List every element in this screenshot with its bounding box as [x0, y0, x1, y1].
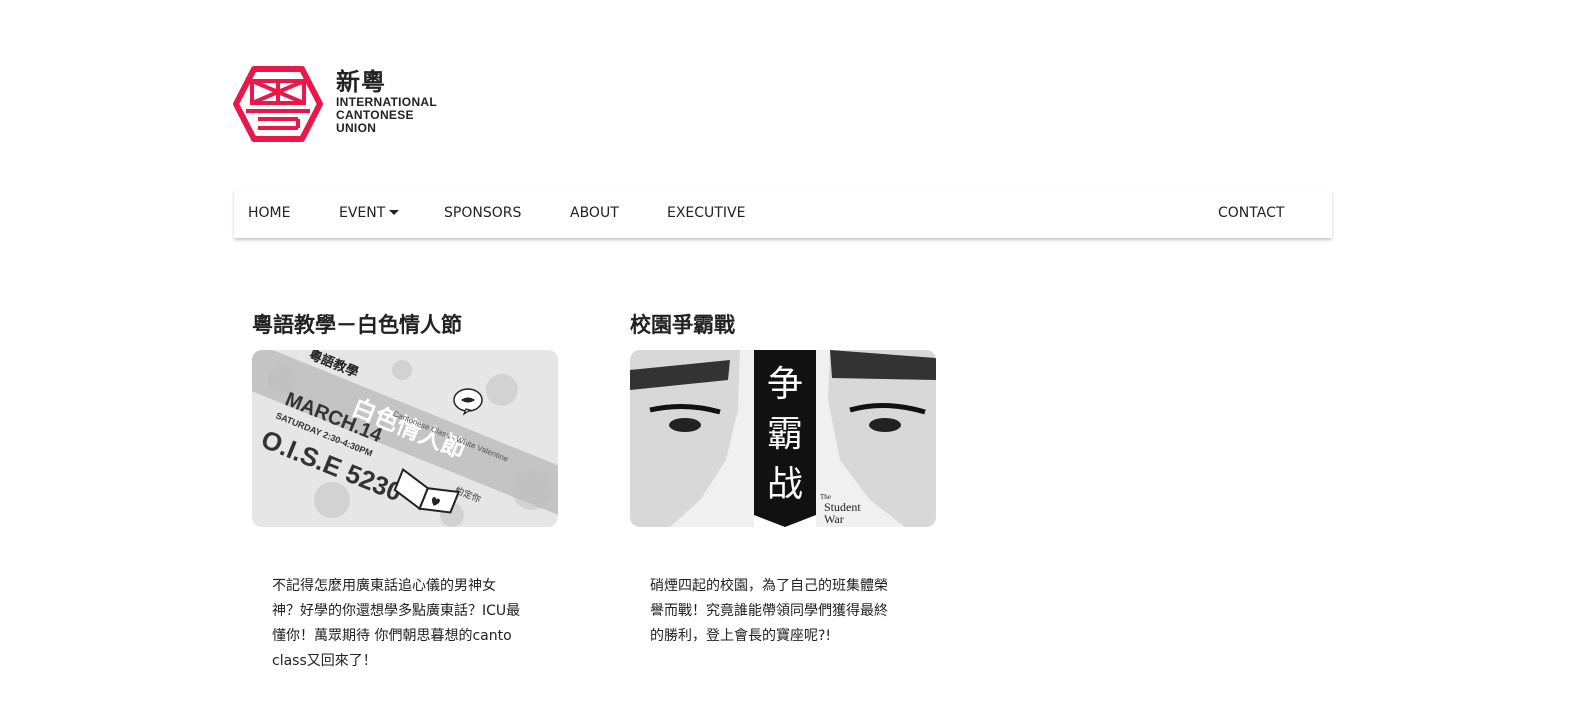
event-description: 不記得怎麼用廣東話追心儀的男神女神？好學的你還想學多點廣東話？ICU最懂你！萬眾… — [272, 578, 521, 669]
nav-contact[interactable]: CONTACT — [1218, 190, 1284, 236]
nav-executive[interactable]: EXECUTIVE — [667, 190, 745, 236]
nav-event-label: EVENT — [339, 205, 386, 221]
poster-white-valentine: 粵語教學 白色情人節 Cantonese Class - White Valen… — [252, 350, 558, 527]
logo-english-line-3: UNION — [336, 121, 377, 135]
nav-about[interactable]: ABOUT — [570, 190, 619, 236]
icu-logo-mark-icon — [233, 66, 323, 142]
logo-wordmark: 新粵 INTERNATIONAL CANTONESE UNION — [336, 68, 437, 135]
poster-english-line-3: War — [824, 512, 844, 526]
event-title[interactable]: 粵語教學－白色情人節 — [252, 310, 562, 340]
logo-chinese-name: 新粵 — [336, 68, 386, 96]
nav-sponsors[interactable]: SPONSORS — [444, 190, 521, 236]
nav-event-dropdown[interactable]: EVENT — [339, 190, 400, 236]
poster-banner-char-1: 争 — [767, 364, 803, 405]
event-card-white-valentine: 粵語教學－白色情人節 粵語教學 白色情人節 Cantonese Class - … — [252, 310, 562, 669]
site-logo[interactable]: 新粵 INTERNATIONAL CANTONESE UNION — [232, 64, 452, 148]
main-navbar: HOME EVENT SPONSORS ABOUT EXECUTIVE CONT… — [234, 190, 1332, 238]
poster-banner-char-2: 霸 — [767, 414, 803, 455]
event-description: 硝煙四起的校園，為了自己的班集體榮譽而戰！究竟誰能帶領同學們獲得最終的勝利，登上… — [650, 578, 888, 644]
caret-down-icon — [389, 210, 400, 215]
nav-home[interactable]: HOME — [248, 190, 290, 236]
event-title[interactable]: 校園爭霸戰 — [630, 310, 940, 340]
event-poster-image[interactable]: 粵語教學 白色情人節 Cantonese Class - White Valen… — [252, 350, 558, 527]
event-poster-image[interactable]: 争 霸 战 The Student War — [630, 350, 936, 527]
event-card-student-war: 校園爭霸戰 争 霸 战 The Student War 硝煙四起的校園，為了自己… — [630, 310, 940, 644]
poster-banner-char-3: 战 — [767, 464, 803, 505]
poster-student-war: 争 霸 战 The Student War — [630, 350, 936, 527]
